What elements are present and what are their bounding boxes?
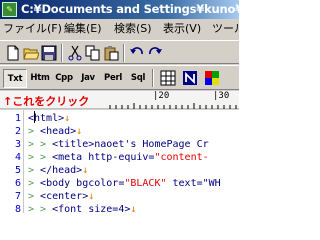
line-number-gutter: 1 2 3 4 5 6 7 8: [0, 110, 24, 213]
line-number: 3: [14, 139, 21, 150]
menu-file[interactable]: ファイル(F): [3, 22, 62, 36]
code-line: > > <font size=4>↓: [28, 204, 137, 213]
code-line: > <body bgcolor="BLACK" text="WH: [28, 178, 221, 189]
text-cursor: [34, 111, 35, 123]
new-file-icon[interactable]: [4, 44, 22, 62]
save-icon[interactable]: [40, 44, 58, 62]
ruler-mark-20: |20: [153, 91, 170, 101]
editor-window: ✎ C:¥Documents and Settings¥kuno¥デス ファイル…: [0, 0, 239, 213]
code-line: > <center>↓: [28, 191, 95, 202]
line-number: 5: [14, 165, 21, 176]
mode-txt-button[interactable]: Txt: [3, 69, 27, 88]
mode-perl-button[interactable]: Perl: [100, 69, 126, 88]
menu-tools[interactable]: ツール: [212, 22, 239, 36]
open-folder-icon[interactable]: [22, 44, 40, 62]
toolbar-separator: [123, 44, 125, 62]
menu-bar: ファイル(F) 編集(E) 検索(S) 表示(V) ツール: [0, 19, 239, 39]
menu-edit[interactable]: 編集(E): [64, 22, 102, 36]
code-line: > > <title>naoet's HomePage Cr: [28, 139, 209, 150]
redo-icon[interactable]: [146, 44, 164, 62]
mode-cpp-button[interactable]: Cpp: [52, 69, 76, 88]
toolbar-separator: [61, 44, 63, 62]
mode-sql-button[interactable]: Sql: [127, 69, 149, 88]
text-editor[interactable]: 1 2 3 4 5 6 7 8 <html>↓ > <head>↓ > > <t…: [0, 110, 239, 213]
line-number: 1: [14, 113, 21, 124]
menu-search[interactable]: 検索(S): [114, 22, 152, 36]
column-ruler: |20 |30 ↑これをクリック: [0, 91, 239, 109]
line-number: 7: [14, 191, 21, 202]
menu-view[interactable]: 表示(V): [163, 22, 201, 36]
line-number: 8: [14, 204, 21, 213]
paste-icon[interactable]: [102, 44, 120, 62]
app-icon[interactable]: ✎: [2, 2, 17, 17]
copy-icon[interactable]: [84, 44, 102, 62]
title-bar[interactable]: ✎ C:¥Documents and Settings¥kuno¥デス: [0, 0, 239, 19]
color-palette-icon[interactable]: [203, 69, 221, 87]
code-line: > > <meta http-equiv="content-: [28, 152, 209, 163]
toolbar-separator: [152, 69, 154, 87]
line-number: 6: [14, 178, 21, 189]
code-line: > </head>↓: [28, 165, 89, 176]
mode-jav-button[interactable]: Jav: [76, 69, 100, 88]
line-number: 4: [14, 152, 21, 163]
mode-htm-button[interactable]: Htm: [28, 69, 52, 88]
ruler-mark-30: |30: [213, 91, 230, 101]
mode-toolbar: Txt Htm Cpp Jav Perl Sql: [0, 65, 239, 90]
undo-icon[interactable]: [128, 44, 146, 62]
main-toolbar: [0, 40, 239, 64]
cut-icon[interactable]: [66, 44, 84, 62]
code-line: > <head>↓: [28, 126, 83, 137]
grid-icon[interactable]: [159, 69, 177, 87]
click-here-annotation: ↑これをクリック: [3, 95, 90, 108]
navigator-icon[interactable]: [181, 69, 199, 87]
line-number: 2: [14, 126, 21, 137]
window-title: C:¥Documents and Settings¥kuno¥デス: [21, 2, 239, 16]
